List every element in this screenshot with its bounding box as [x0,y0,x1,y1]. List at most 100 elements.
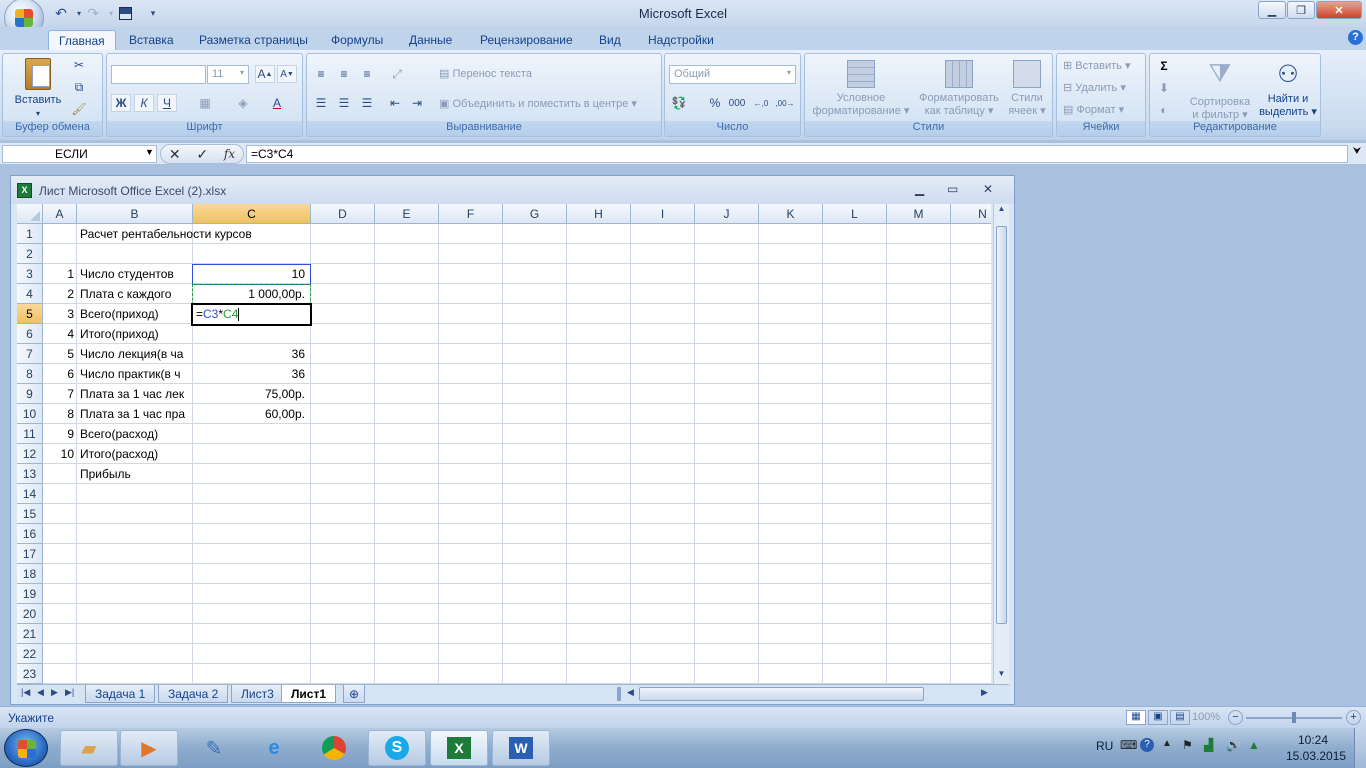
font-color-icon[interactable]: A [267,94,287,112]
prev-sheet-icon[interactable]: ◀ [37,687,44,698]
clock-time[interactable]: 10:24 [1298,733,1328,747]
row-header-8[interactable]: 8 [17,364,43,384]
column-header-n[interactable]: N [951,204,991,224]
enter-icon[interactable]: ✓ [196,146,208,163]
show-hidden-icons[interactable]: ▲ [1162,738,1172,749]
bold-button[interactable]: Ж [111,94,131,112]
fill-color-icon[interactable]: ◈ [233,94,253,112]
column-header-h[interactable]: H [567,204,631,224]
taskbar-explorer[interactable]: ▰ [60,730,118,766]
cancel-icon[interactable]: ✕ [169,146,181,163]
row-header-10[interactable]: 10 [17,404,43,424]
currency-icon[interactable]: 💱 [669,94,689,112]
zoom-level[interactable]: 100% [1192,711,1220,723]
format-cells-button[interactable]: ▤ Формат ▾ [1063,104,1124,117]
row-header-11[interactable]: 11 [17,424,43,444]
sort-filter-button[interactable]: ⧩ Сортировка и фильтр ▾ [1184,56,1256,121]
cell-a6[interactable]: 4 [43,324,77,344]
row-header-22[interactable]: 22 [17,644,43,664]
row-header-13[interactable]: 13 [17,464,43,484]
paste-button[interactable]: Вставить ▾ [9,56,67,118]
row-header-2[interactable]: 2 [17,244,43,264]
align-center-icon[interactable]: ☰ [334,94,354,112]
find-select-button[interactable]: ⚇ Найти и выделить ▾ [1256,56,1320,118]
column-header-m[interactable]: M [887,204,951,224]
insert-function-icon[interactable]: fx [224,147,235,161]
active-cell-c5[interactable]: =C3*C4 [191,303,312,326]
cell-a10[interactable]: 8 [43,404,77,424]
row-header-9[interactable]: 9 [17,384,43,404]
page-break-view-icon[interactable]: ▤ [1170,710,1190,725]
keyboard-icon[interactable]: ⌨ [1120,738,1137,752]
name-box-dropdown-icon[interactable]: ▼ [145,147,154,157]
cut-icon[interactable]: ✂ [69,56,89,74]
cell-b10[interactable]: Плата за 1 час пра [77,404,193,424]
zoom-in-icon[interactable]: + [1346,710,1361,725]
language-indicator[interactable]: RU [1096,739,1113,753]
cell-c9[interactable]: 75,00р. [193,384,308,404]
page-layout-view-icon[interactable]: ▣ [1148,710,1168,725]
row-header-17[interactable]: 17 [17,544,43,564]
tab-split-handle[interactable] [617,687,621,701]
row-header-18[interactable]: 18 [17,564,43,584]
orientation-icon[interactable]: ⤢ [387,65,407,83]
underline-button[interactable]: Ч [157,94,177,112]
align-middle-icon[interactable]: ≡ [334,65,354,83]
row-header-14[interactable]: 14 [17,484,43,504]
sheet-tab-sheet1[interactable]: Лист1 [281,685,337,703]
taskbar-excel[interactable]: X [430,730,488,766]
cell-styles-button[interactable]: Стили ячеек ▾ [1003,56,1051,118]
clear-icon[interactable]: ◐ [1154,101,1174,119]
cell-c10[interactable]: 60,00р. [193,404,308,424]
row-header-5[interactable]: 5 [17,304,43,324]
sheet-tab-task1[interactable]: Задача 1 [85,685,156,703]
font-name-combo[interactable] [111,65,206,84]
show-desktop-button[interactable] [1354,728,1366,768]
cell-b13[interactable]: Прибыль [77,464,193,484]
zoom-out-icon[interactable]: − [1228,710,1243,725]
insert-cells-button[interactable]: ⊞ Вставить ▾ [1063,60,1131,73]
close-button[interactable]: ✕ [1316,1,1362,19]
increase-indent-icon[interactable]: ⇥ [407,94,427,112]
grow-font-icon[interactable]: A ▲ [255,65,275,83]
wb-close-button[interactable]: ✕ [983,182,993,196]
row-header-4[interactable]: 4 [17,284,43,304]
tab-home[interactable]: Главная [48,30,116,51]
cell-b7[interactable]: Число лекция(в ча [77,344,193,364]
column-header-g[interactable]: G [503,204,567,224]
align-bottom-icon[interactable]: ≡ [357,65,377,83]
cell-a9[interactable]: 7 [43,384,77,404]
taskbar-chrome[interactable] [305,730,363,766]
column-header-f[interactable]: F [439,204,503,224]
shrink-font-icon[interactable]: A ▼ [277,65,297,83]
sheet-tab-task2[interactable]: Задача 2 [158,685,229,703]
number-format-combo[interactable]: Общий ▾ [669,65,796,84]
cell-c8[interactable]: 36 [193,364,308,384]
row-header-20[interactable]: 20 [17,604,43,624]
increase-decimal-icon[interactable]: ←,0 [751,94,771,112]
cell-a7[interactable]: 5 [43,344,77,364]
volume-icon[interactable]: 🔊 [1226,738,1241,752]
cell-b4[interactable]: Плата с каждого [77,284,193,304]
expand-formula-icon[interactable]: ⮟ [1350,146,1364,162]
row-header-15[interactable]: 15 [17,504,43,524]
delete-cells-button[interactable]: ⊟ Удалить ▾ [1063,82,1126,95]
thousands-button[interactable]: 000 [727,94,747,112]
horizontal-scroll-thumb[interactable] [639,687,924,701]
select-all-button[interactable] [17,204,43,224]
scroll-up-icon[interactable]: ▲ [995,204,1008,218]
autosum-icon[interactable]: Σ [1154,57,1174,75]
percent-button[interactable]: % [705,94,725,112]
cell-a11[interactable]: 9 [43,424,77,444]
taskbar-media-player[interactable]: ▶ [120,730,178,766]
network-icon[interactable]: ▟ [1204,738,1213,752]
cell-a12[interactable]: 10 [43,444,77,464]
drive-sync-icon[interactable]: ▲ [1248,738,1260,752]
cell-c7[interactable]: 36 [193,344,308,364]
cell-b3[interactable]: Число студентов [77,264,193,284]
cell-a8[interactable]: 6 [43,364,77,384]
font-size-combo[interactable]: 11 ▾ [207,65,249,84]
align-right-icon[interactable]: ☰ [357,94,377,112]
formula-input[interactable]: =C3*C4 [246,145,1348,163]
taskbar-skype[interactable]: S [368,730,426,766]
